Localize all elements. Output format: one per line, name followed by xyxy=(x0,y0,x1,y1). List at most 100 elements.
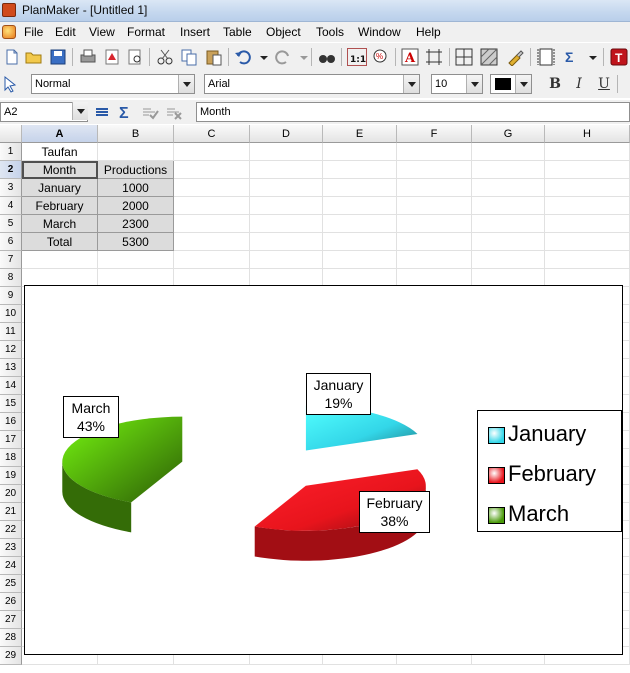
menu-file[interactable]: File xyxy=(24,25,43,39)
table-cell-productions[interactable]: 2000 xyxy=(98,197,174,215)
menu-table[interactable]: Table xyxy=(223,25,252,39)
row-header[interactable]: 28 xyxy=(0,629,22,647)
grid-cell[interactable] xyxy=(174,197,250,215)
text-frame-icon[interactable]: A xyxy=(401,48,419,66)
font-dropdown[interactable]: Arial xyxy=(204,74,420,94)
row-header[interactable]: 19 xyxy=(0,467,22,485)
row-header[interactable]: 7 xyxy=(0,251,22,269)
grid-cell[interactable] xyxy=(545,161,630,179)
grid-cell[interactable] xyxy=(472,251,545,269)
row-header[interactable]: 11 xyxy=(0,323,22,341)
grid-cell[interactable] xyxy=(174,251,250,269)
frame-icon[interactable] xyxy=(425,48,443,66)
table-cell-productions[interactable]: 1000 xyxy=(98,179,174,197)
chevron-down-icon[interactable] xyxy=(72,102,88,120)
grid-cell[interactable] xyxy=(545,215,630,233)
copy-icon[interactable] xyxy=(180,48,198,66)
grid-cell[interactable] xyxy=(250,197,323,215)
row-header[interactable]: 25 xyxy=(0,575,22,593)
grid-cell[interactable] xyxy=(250,215,323,233)
chevron-down-icon[interactable] xyxy=(466,75,482,93)
shading-icon[interactable] xyxy=(480,48,498,66)
accept-input-icon[interactable] xyxy=(141,103,159,121)
grid-cell[interactable] xyxy=(174,179,250,197)
redo-icon[interactable] xyxy=(274,48,292,66)
cell-a2-header-month[interactable]: Month xyxy=(22,161,98,179)
grid-cell[interactable] xyxy=(397,179,472,197)
menu-format[interactable]: Format xyxy=(127,25,165,39)
format-painter-icon[interactable] xyxy=(506,48,524,66)
menu-window[interactable]: Window xyxy=(358,25,401,39)
cell-b2-header-productions[interactable]: Productions xyxy=(98,161,174,179)
row-header[interactable]: 14 xyxy=(0,377,22,395)
row-header[interactable]: 17 xyxy=(0,431,22,449)
grid-cell[interactable] xyxy=(323,179,397,197)
grid-cell[interactable] xyxy=(174,215,250,233)
cut-icon[interactable] xyxy=(156,48,174,66)
select-pointer-icon[interactable] xyxy=(2,75,20,93)
row-header[interactable]: 20 xyxy=(0,485,22,503)
grid-cell[interactable] xyxy=(397,233,472,251)
grid-cell[interactable] xyxy=(174,161,250,179)
table-cell-month[interactable]: January xyxy=(22,179,98,197)
row-header[interactable]: 22 xyxy=(0,521,22,539)
print-preview-icon[interactable] xyxy=(126,48,144,66)
grid-cell[interactable] xyxy=(472,197,545,215)
borders-icon[interactable] xyxy=(455,48,473,66)
row-header[interactable]: 8 xyxy=(0,269,22,287)
grid-cell[interactable] xyxy=(98,143,174,161)
grid-cell[interactable] xyxy=(545,179,630,197)
grid-cell[interactable] xyxy=(22,251,98,269)
chevron-down-icon[interactable] xyxy=(178,75,194,93)
cell-reference-box[interactable]: A2 xyxy=(0,102,88,122)
zoom-100-icon[interactable]: 1:1 xyxy=(347,48,367,66)
grid-cell[interactable] xyxy=(250,143,323,161)
row-header[interactable]: 24 xyxy=(0,557,22,575)
document-menu-icon[interactable] xyxy=(2,25,16,39)
row-header[interactable]: 5 xyxy=(0,215,22,233)
grid-cell[interactable] xyxy=(545,233,630,251)
row-header[interactable]: 10 xyxy=(0,305,22,323)
row-header[interactable]: 9 xyxy=(0,287,22,305)
row-header[interactable]: 27 xyxy=(0,611,22,629)
menu-tools[interactable]: Tools xyxy=(316,25,344,39)
row-header[interactable]: 29 xyxy=(0,647,22,665)
underline-icon[interactable]: U xyxy=(595,75,613,93)
export-pdf-icon[interactable] xyxy=(103,48,121,66)
table-cell-month[interactable]: February xyxy=(22,197,98,215)
grid-cell[interactable] xyxy=(323,233,397,251)
row-header[interactable]: 12 xyxy=(0,341,22,359)
formula-input[interactable]: Month xyxy=(196,102,630,122)
row-header[interactable]: 13 xyxy=(0,359,22,377)
style-dropdown[interactable]: Normal xyxy=(31,74,195,94)
row-header[interactable]: 2 xyxy=(0,161,22,179)
column-header[interactable]: H xyxy=(545,125,630,143)
column-header[interactable]: B xyxy=(98,125,174,143)
grid-cell[interactable] xyxy=(98,251,174,269)
autosum-dropdown-icon[interactable] xyxy=(584,48,597,66)
row-header[interactable]: 23 xyxy=(0,539,22,557)
open-folder-icon[interactable] xyxy=(25,48,43,66)
column-width-icon[interactable] xyxy=(537,48,555,66)
grid-cell[interactable] xyxy=(397,161,472,179)
grid-cell[interactable] xyxy=(250,161,323,179)
row-header[interactable]: 1 xyxy=(0,143,22,161)
grid-cell[interactable] xyxy=(472,179,545,197)
font-color-dropdown[interactable] xyxy=(490,74,532,94)
table-cell-month[interactable]: March xyxy=(22,215,98,233)
zoom-percent-icon[interactable]: % xyxy=(372,48,390,66)
menu-help[interactable]: Help xyxy=(416,25,441,39)
redo-dropdown-icon[interactable] xyxy=(295,48,308,66)
data-label-february[interactable]: February 38% xyxy=(359,491,430,533)
grid-cell[interactable] xyxy=(174,143,250,161)
column-header[interactable]: D xyxy=(250,125,323,143)
row-header[interactable]: 15 xyxy=(0,395,22,413)
grid-cell[interactable] xyxy=(397,197,472,215)
grid-cell[interactable] xyxy=(250,251,323,269)
function-sigma-icon[interactable]: Σ xyxy=(117,103,135,121)
grid-cell[interactable] xyxy=(323,161,397,179)
grid-cell[interactable] xyxy=(545,197,630,215)
row-header[interactable]: 26 xyxy=(0,593,22,611)
print-icon[interactable] xyxy=(79,48,97,66)
chevron-down-icon[interactable] xyxy=(403,75,419,93)
